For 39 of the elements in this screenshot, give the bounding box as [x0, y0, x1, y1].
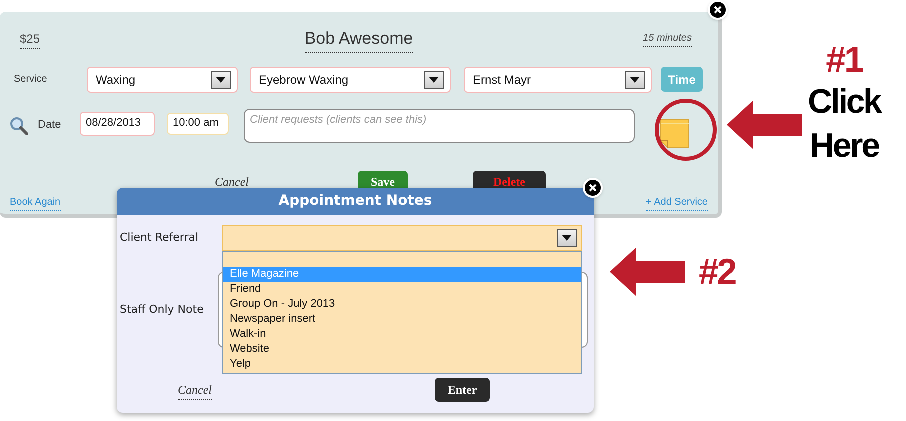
step-number: #2 [699, 252, 736, 292]
staff-note-label: Staff Only Note [119, 302, 205, 318]
dropdown-option[interactable]: Walk-in [223, 327, 581, 342]
cancel-link[interactable]: Cancel [215, 173, 358, 191]
step-caption: Here [810, 126, 879, 167]
step-caption: Click [808, 82, 881, 123]
time-field[interactable]: 10:00 am [167, 112, 229, 134]
search-icon[interactable] [10, 116, 28, 134]
client-referral-label: Client Referral [119, 230, 200, 246]
dropdown-caret-icon[interactable] [557, 229, 577, 247]
dropdown-option[interactable]: Group On - July 2013 [223, 297, 581, 312]
enter-button[interactable]: Enter [435, 378, 490, 402]
dropdown-caret-icon[interactable] [625, 70, 645, 88]
close-icon [589, 184, 597, 192]
dialog-title: Appointment Notes [117, 188, 594, 215]
arrow-icon [727, 101, 802, 149]
sticky-note-icon[interactable] [660, 118, 690, 148]
date-field[interactable]: 08/28/2013 [80, 112, 155, 136]
dialog-cancel-link[interactable]: Cancel [178, 380, 212, 400]
dropdown-option[interactable]: Website [223, 342, 581, 357]
arrow-icon [610, 248, 685, 296]
close-button[interactable] [708, 0, 728, 20]
close-icon [714, 6, 722, 14]
service-select[interactable]: Ernst Mayr [464, 66, 652, 92]
service-label: Service [14, 73, 48, 87]
dropdown-option[interactable]: Friend [223, 282, 581, 297]
step-number: #1 [826, 40, 863, 80]
duration-link[interactable]: 15 minutes [643, 31, 692, 48]
dropdown-caret-icon[interactable] [211, 70, 231, 88]
service-select[interactable]: Waxing [87, 66, 238, 92]
highlight-circle [654, 98, 718, 162]
price-link[interactable]: $25 [20, 30, 40, 49]
client-name-link[interactable]: Bob Awesome [304, 26, 414, 52]
dropdown-caret-icon[interactable] [424, 70, 444, 88]
dropdown-option[interactable]: Newspaper insert [223, 312, 581, 327]
client-requests-field[interactable]: Client requests (clients can see this) [244, 108, 635, 142]
service-select[interactable]: Eyebrow Waxing [250, 66, 451, 92]
dropdown-option[interactable]: Yelp [223, 357, 581, 372]
date-label: Date [38, 118, 62, 132]
